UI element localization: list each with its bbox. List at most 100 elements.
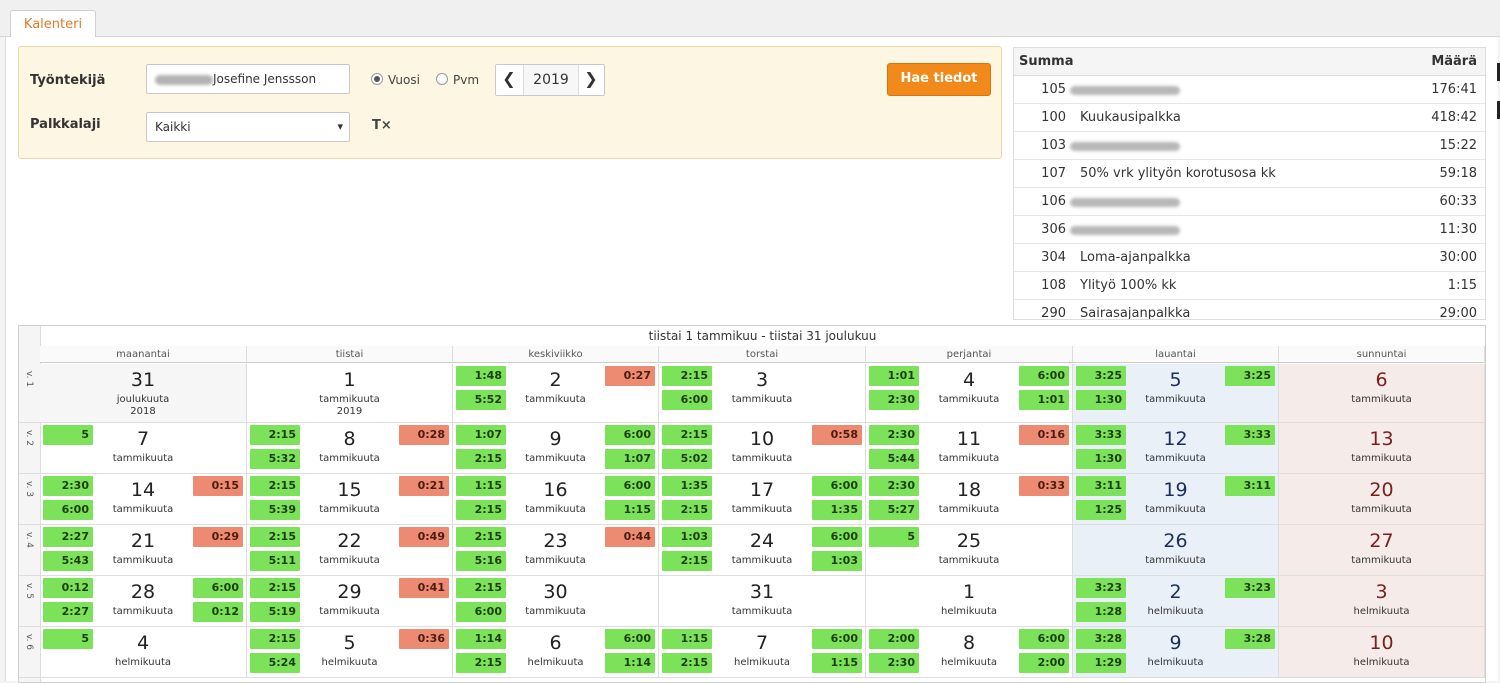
hours-badge[interactable]: 1:35: [812, 500, 862, 520]
hours-badge[interactable]: 2:27: [43, 602, 93, 622]
tab-kalenteri[interactable]: Kalenteri: [10, 10, 96, 38]
hours-badge[interactable]: 2:30: [869, 476, 919, 496]
hours-badge[interactable]: 2:15: [250, 578, 300, 598]
day-cell[interactable]: 2 tammikuuta 1:48 5:52 0:27: [453, 364, 659, 423]
summary-row[interactable]: 107 50% vrk ylityön korotusosa kk 59:18: [1014, 160, 1485, 188]
hours-badge[interactable]: 3:25: [1076, 366, 1126, 386]
hours-badge[interactable]: 1:15: [605, 500, 655, 520]
day-cell[interactable]: 25 tammikuuta 5: [866, 525, 1073, 576]
hours-badge[interactable]: 3:33: [1225, 425, 1275, 445]
hours-badge[interactable]: 0:41: [399, 578, 449, 598]
day-cell[interactable]: 22 tammikuuta 2:15 5:11 0:49: [247, 525, 453, 576]
hours-badge[interactable]: 2:15: [456, 653, 506, 673]
hours-badge[interactable]: 1:30: [1076, 449, 1126, 469]
hours-badge[interactable]: 1:28: [1076, 602, 1126, 622]
summary-row[interactable]: 100 Kuukausipalkka 418:42: [1014, 104, 1485, 132]
hours-badge[interactable]: 1:07: [456, 425, 506, 445]
hours-badge[interactable]: 1:15: [662, 629, 712, 649]
hours-badge[interactable]: 0:29: [193, 527, 243, 547]
summary-row[interactable]: 105 176:41: [1014, 76, 1485, 104]
hours-badge[interactable]: 5:19: [250, 602, 300, 622]
hours-badge[interactable]: 3:23: [1076, 578, 1126, 598]
hours-badge[interactable]: 6:00: [43, 500, 93, 520]
hours-badge[interactable]: 6:00: [605, 629, 655, 649]
day-cell[interactable]: 21 tammikuuta 2:27 5:43 0:29: [40, 525, 247, 576]
hours-badge[interactable]: 0:36: [399, 629, 449, 649]
hours-badge[interactable]: 2:15: [456, 449, 506, 469]
hours-badge[interactable]: 0:58: [812, 425, 862, 445]
hours-badge[interactable]: 5: [43, 629, 93, 649]
hours-badge[interactable]: 6:00: [1019, 629, 1069, 649]
hours-badge[interactable]: 0:21: [399, 476, 449, 496]
hours-badge[interactable]: 3:28: [1076, 629, 1126, 649]
day-cell[interactable]: 9 helmikuuta 3:28 1:29 3:28: [1073, 627, 1279, 678]
radio-year[interactable]: Vuosi: [371, 73, 420, 87]
day-cell[interactable]: 4 tammikuuta 1:01 2:30 6:00 1:01: [866, 364, 1073, 423]
hours-badge[interactable]: 5:44: [869, 449, 919, 469]
hours-badge[interactable]: 2:30: [869, 390, 919, 410]
summary-row[interactable]: 290 Sairasajanpalkka 29:00: [1014, 300, 1485, 319]
hours-badge[interactable]: 1:29: [1076, 653, 1126, 673]
hours-badge[interactable]: 3:23: [1225, 578, 1275, 598]
hours-badge[interactable]: 6:00: [605, 476, 655, 496]
day-cell[interactable]: 10 helmikuuta: [1279, 627, 1485, 678]
hours-badge[interactable]: 1:01: [1019, 390, 1069, 410]
hours-badge[interactable]: 5: [43, 425, 93, 445]
day-cell[interactable]: 15 tammikuuta 2:15 5:39 0:21: [247, 474, 453, 525]
hours-badge[interactable]: 6:00: [812, 527, 862, 547]
hours-badge[interactable]: 5:02: [662, 449, 712, 469]
day-cell[interactable]: 23 tammikuuta 2:15 5:16 0:44: [453, 525, 659, 576]
hours-badge[interactable]: 0:12: [43, 578, 93, 598]
hours-badge[interactable]: 2:15: [662, 551, 712, 571]
day-cell[interactable]: 1 helmikuuta: [866, 576, 1073, 627]
hours-badge[interactable]: 1:15: [812, 653, 862, 673]
hours-badge[interactable]: 3:25: [1225, 366, 1275, 386]
day-cell[interactable]: 1 tammikuuta 2019: [247, 364, 453, 423]
day-cell[interactable]: 26 tammikuuta: [1073, 525, 1279, 576]
day-cell[interactable]: 31 joulukuuta 2018: [40, 364, 247, 423]
hours-badge[interactable]: 1:15: [456, 476, 506, 496]
hours-badge[interactable]: 0:16: [1019, 425, 1069, 445]
hours-badge[interactable]: 2:30: [869, 653, 919, 673]
day-cell[interactable]: 18 tammikuuta 2:30 5:27 0:33: [866, 474, 1073, 525]
employee-input[interactable]: Josefine Jenssson: [146, 64, 350, 94]
hours-badge[interactable]: 6:00: [812, 476, 862, 496]
hours-badge[interactable]: 2:15: [662, 366, 712, 386]
hours-badge[interactable]: 5:43: [43, 551, 93, 571]
day-cell[interactable]: 31 tammikuuta: [659, 576, 866, 627]
day-cell[interactable]: 9 tammikuuta 1:07 2:15 6:00 1:07: [453, 423, 659, 474]
hours-badge[interactable]: 2:15: [250, 425, 300, 445]
hours-badge[interactable]: 1:14: [456, 629, 506, 649]
hours-badge[interactable]: 6:00: [456, 602, 506, 622]
day-cell[interactable]: 10 tammikuuta 2:15 5:02 0:58: [659, 423, 866, 474]
day-cell[interactable]: 13 tammikuuta: [1279, 423, 1485, 474]
day-cell[interactable]: 14 tammikuuta 2:30 6:00 0:15: [40, 474, 247, 525]
day-cell[interactable]: 4 helmikuuta 5: [40, 627, 247, 678]
hours-badge[interactable]: 2:00: [1019, 653, 1069, 673]
hours-badge[interactable]: 1:03: [812, 551, 862, 571]
day-cell[interactable]: 2 helmikuuta 3:23 1:28 3:23: [1073, 576, 1279, 627]
day-cell[interactable]: 24 tammikuuta 1:03 2:15 6:00 1:03: [659, 525, 866, 576]
day-cell[interactable]: 20 tammikuuta: [1279, 474, 1485, 525]
hours-badge[interactable]: 2:15: [456, 578, 506, 598]
hours-badge[interactable]: 2:15: [662, 653, 712, 673]
hours-badge[interactable]: 0:27: [605, 366, 655, 386]
day-cell[interactable]: 29 tammikuuta 2:15 5:19 0:41: [247, 576, 453, 627]
hae-tiedot-button[interactable]: Hae tiedot: [887, 63, 991, 96]
hours-badge[interactable]: 1:48: [456, 366, 506, 386]
day-cell[interactable]: 3 helmikuuta: [1279, 576, 1485, 627]
hours-badge[interactable]: 5: [869, 527, 919, 547]
hours-badge[interactable]: 5:16: [456, 551, 506, 571]
hours-badge[interactable]: 2:15: [456, 527, 506, 547]
hours-badge[interactable]: 0:15: [193, 476, 243, 496]
hours-badge[interactable]: 1:25: [1076, 500, 1126, 520]
hours-badge[interactable]: 5:52: [456, 390, 506, 410]
day-cell[interactable]: 6 helmikuuta 1:14 2:15 6:00 1:14: [453, 627, 659, 678]
clear-filter-icon[interactable]: T×: [372, 118, 392, 133]
summary-row[interactable]: 106 60:33: [1014, 188, 1485, 216]
hours-badge[interactable]: 0:28: [399, 425, 449, 445]
hours-badge[interactable]: 0:12: [193, 602, 243, 622]
hours-badge[interactable]: 0:44: [605, 527, 655, 547]
hours-badge[interactable]: 6:00: [812, 629, 862, 649]
wage-type-select[interactable]: Kaikki ▾: [146, 112, 350, 142]
